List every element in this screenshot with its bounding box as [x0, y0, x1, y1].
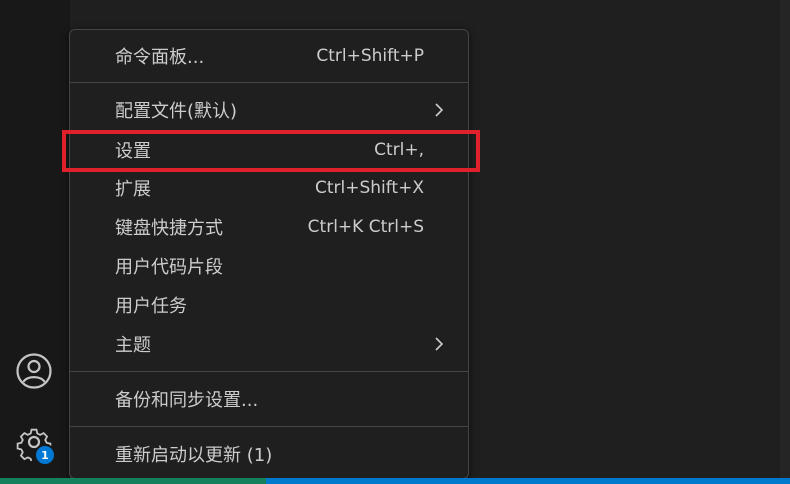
menu-item-themes[interactable]: 主题 [70, 327, 468, 361]
menu-item-shortcut: Ctrl+Shift+X [314, 178, 424, 198]
activity-bar [0, 0, 70, 478]
menu-separator [70, 426, 468, 427]
menu-item-label: 命令面板... [115, 47, 205, 68]
menu-item-label: 用户任务 [115, 296, 187, 317]
chevron-right-icon [435, 103, 444, 117]
menu-item-shortcut: Ctrl+Shift+P [316, 46, 424, 66]
menu-item-label: 扩展 [115, 179, 151, 200]
menu-item-user-snippets[interactable]: 用户代码片段 [70, 249, 468, 283]
menu-separator [70, 82, 468, 83]
scrollbar[interactable] [780, 0, 790, 478]
menu-item-shortcut: Ctrl+, [374, 140, 424, 160]
menu-item-backup-sync[interactable]: 备份和同步设置... [70, 382, 468, 416]
menu-separator [70, 371, 468, 372]
status-bar [0, 478, 790, 484]
menu-item-settings[interactable]: 设置 Ctrl+, [70, 133, 468, 167]
menu-item-label: 主题 [115, 335, 151, 356]
menu-item-restart-update[interactable]: 重新启动以更新 (1) [70, 437, 468, 471]
notification-badge: 1 [34, 444, 56, 466]
menu-item-label: 用户代码片段 [115, 257, 223, 278]
menu-item-label: 备份和同步设置... [115, 390, 259, 411]
menu-item-command-palette[interactable]: 命令面板... Ctrl+Shift+P [70, 39, 468, 73]
menu-item-shortcut: Ctrl+K Ctrl+S [307, 217, 424, 237]
remote-indicator[interactable] [0, 478, 266, 484]
menu-item-label: 配置文件(默认) [115, 101, 238, 122]
account-icon[interactable] [14, 351, 54, 391]
menu-item-keyboard-shortcuts[interactable]: 键盘快捷方式 Ctrl+K Ctrl+S [70, 210, 468, 244]
menu-item-extensions[interactable]: 扩展 Ctrl+Shift+X [70, 171, 468, 205]
menu-item-user-tasks[interactable]: 用户任务 [70, 288, 468, 322]
menu-item-label: 重新启动以更新 (1) [115, 445, 273, 466]
menu-item-label: 键盘快捷方式 [115, 218, 223, 239]
chevron-right-icon [435, 337, 444, 351]
manage-menu: 命令面板... Ctrl+Shift+P 配置文件(默认) 设置 Ctrl+, … [69, 29, 469, 479]
menu-item-profile[interactable]: 配置文件(默认) [70, 93, 468, 127]
menu-item-label: 设置 [115, 141, 151, 162]
